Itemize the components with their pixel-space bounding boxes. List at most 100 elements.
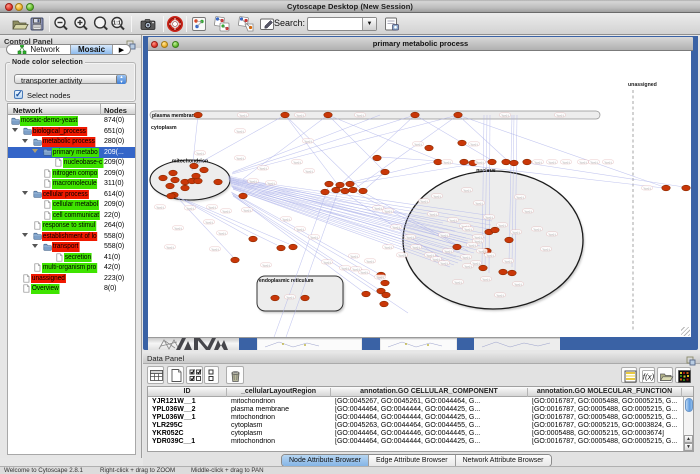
data-panel-float-icon[interactable] [686, 353, 696, 363]
annotation-icon[interactable] [257, 14, 277, 34]
window-resize-grip[interactable] [681, 327, 690, 336]
tree-row-label[interactable]: nitrogen compo [52, 169, 98, 179]
table-row[interactable]: YPL036W__1mitochondrion[GO:0044464, GO:0… [148, 414, 693, 422]
tree-row[interactable]: unassigned223(0) [8, 273, 135, 284]
graph-node[interactable] [362, 291, 370, 297]
network-window-titlebar[interactable]: primary metabolic process [148, 37, 693, 51]
graph-node[interactable] [510, 160, 518, 166]
tree-row-label[interactable]: cellular metabol [52, 200, 99, 210]
attribute-table-icon[interactable] [147, 366, 164, 384]
graph-node[interactable] [382, 292, 390, 298]
new-attribute-icon[interactable] [167, 366, 184, 384]
graph-node[interactable] [425, 145, 433, 151]
graph-node[interactable] [271, 295, 279, 301]
tree-row[interactable]: cellular metabol209(0) [8, 200, 135, 211]
tree-row-label[interactable]: establishment of lo [42, 232, 98, 242]
tab-overflow-button[interactable]: ▶ [113, 45, 130, 54]
graph-node[interactable] [682, 185, 690, 191]
table-row[interactable]: YLR295Ccytoplasm[GO:0045263, GO:0044464,… [148, 422, 693, 430]
graphics-details-icon[interactable] [189, 14, 209, 34]
tree-row-label[interactable]: transport [52, 242, 79, 252]
graph-node[interactable] [159, 175, 167, 181]
close-window-button[interactable] [5, 3, 13, 11]
search-input[interactable] [309, 19, 361, 30]
graph-node[interactable] [381, 280, 389, 286]
table-column-header[interactable]: annotation.GO MOLECULAR_FUNCTION [528, 388, 682, 397]
select-attributes-icon[interactable] [186, 366, 203, 384]
tree-row-label[interactable]: mosaic-demo-yeast [20, 116, 78, 126]
browser-tab-node[interactable]: Node Attribute Browser [282, 455, 369, 466]
tree-expand-arrow-icon[interactable] [32, 244, 38, 248]
attribute-list-icon[interactable] [621, 367, 637, 383]
tree-expand-arrow-icon[interactable] [12, 128, 18, 132]
tree-row[interactable]: establishment of lo558(0) [8, 231, 135, 242]
browser-tab-network[interactable]: Network Attribute Browser [456, 455, 551, 466]
graph-node[interactable] [373, 155, 381, 161]
graph-node[interactable] [289, 244, 297, 250]
graph-node[interactable] [281, 112, 289, 118]
vizmapper-icon[interactable] [212, 14, 232, 34]
tree-row[interactable]: cellular process614(0) [8, 189, 135, 200]
tree-expand-arrow-icon[interactable] [22, 139, 28, 143]
tree-row[interactable]: multi-organism pro42(0) [8, 263, 135, 274]
graph-node[interactable] [479, 265, 487, 271]
tree-row-label[interactable]: macromolecule [52, 179, 98, 189]
graph-node[interactable] [277, 245, 285, 251]
graph-node[interactable] [321, 189, 329, 195]
graph-node[interactable] [523, 159, 531, 165]
graph-node[interactable] [359, 188, 367, 194]
tree-row-label[interactable]: biological_process [32, 127, 87, 137]
help-ring-icon[interactable] [165, 14, 185, 34]
tree-expand-arrow-icon[interactable] [32, 149, 38, 153]
graph-node[interactable] [488, 159, 496, 165]
vizmapper-edit-icon[interactable] [236, 14, 256, 34]
zoom-actual-icon[interactable]: 1:1 [108, 14, 128, 34]
graph-node[interactable] [325, 181, 333, 187]
graph-node[interactable] [349, 187, 357, 193]
graph-node[interactable] [166, 183, 174, 189]
tree-row[interactable]: biological_process651(0) [8, 126, 135, 137]
graph-node[interactable] [169, 170, 177, 176]
zoom-out-icon[interactable] [51, 14, 71, 34]
network-window-zoom-button[interactable] [172, 41, 179, 48]
network-window-minimize-button[interactable] [161, 41, 168, 48]
tree-row[interactable]: primary metabo209(... [8, 147, 135, 158]
graph-node[interactable] [324, 112, 332, 118]
tree-row-label[interactable]: unassigned [31, 274, 66, 284]
table-column-header[interactable]: ID [148, 388, 227, 397]
graph-node[interactable] [662, 185, 670, 191]
graph-node[interactable] [181, 185, 189, 191]
graph-node[interactable] [239, 193, 247, 199]
minimize-window-button[interactable] [15, 3, 23, 11]
select-nodes-checkbox[interactable]: ✓ [14, 90, 23, 99]
graph-node[interactable] [434, 159, 442, 165]
graph-node[interactable] [502, 159, 510, 165]
scrollbar-thumb[interactable] [685, 398, 693, 412]
tree-row[interactable]: nucleobase-c209(0) [8, 158, 135, 169]
table-row[interactable]: YPL036W__2plasma membrane[GO:0044464, GO… [148, 406, 693, 414]
network-window-close-button[interactable] [151, 41, 158, 48]
node-color-dropdown[interactable]: transporter activity ▲▼ [14, 74, 127, 84]
search-dropdown-button[interactable]: ▼ [362, 18, 376, 30]
snapshot-camera-icon[interactable] [138, 14, 158, 34]
tree-expand-arrow-icon[interactable] [22, 233, 28, 237]
network-canvas[interactable]: plasma membranecytoplasmmitochondrionnuc… [148, 51, 691, 337]
save-icon[interactable] [27, 14, 47, 34]
graph-node[interactable] [301, 295, 309, 301]
graph-node[interactable] [341, 188, 349, 194]
graph-node[interactable] [505, 237, 513, 243]
graph-node[interactable] [194, 178, 202, 184]
tree-row[interactable]: secretion41(0) [8, 252, 135, 263]
tree-row[interactable]: response to stimul264(0) [8, 221, 135, 232]
graph-node[interactable] [167, 193, 175, 199]
table-vertical-scrollbar[interactable]: ▲ ▼ [683, 397, 693, 452]
attribute-columns-icon[interactable] [204, 366, 219, 384]
graph-node[interactable] [171, 177, 179, 183]
tree-row-label[interactable]: secretion [64, 253, 92, 263]
tree-row-label[interactable]: multi-organism pro [42, 263, 97, 273]
graph-node[interactable] [194, 112, 202, 118]
heatmap-icon[interactable] [675, 367, 691, 383]
function-builder-icon[interactable]: f(x) [639, 367, 655, 383]
tree-row-label[interactable]: nucleobase-c [63, 158, 103, 168]
table-column-header[interactable]: _cellularLayoutRegion [227, 388, 331, 397]
